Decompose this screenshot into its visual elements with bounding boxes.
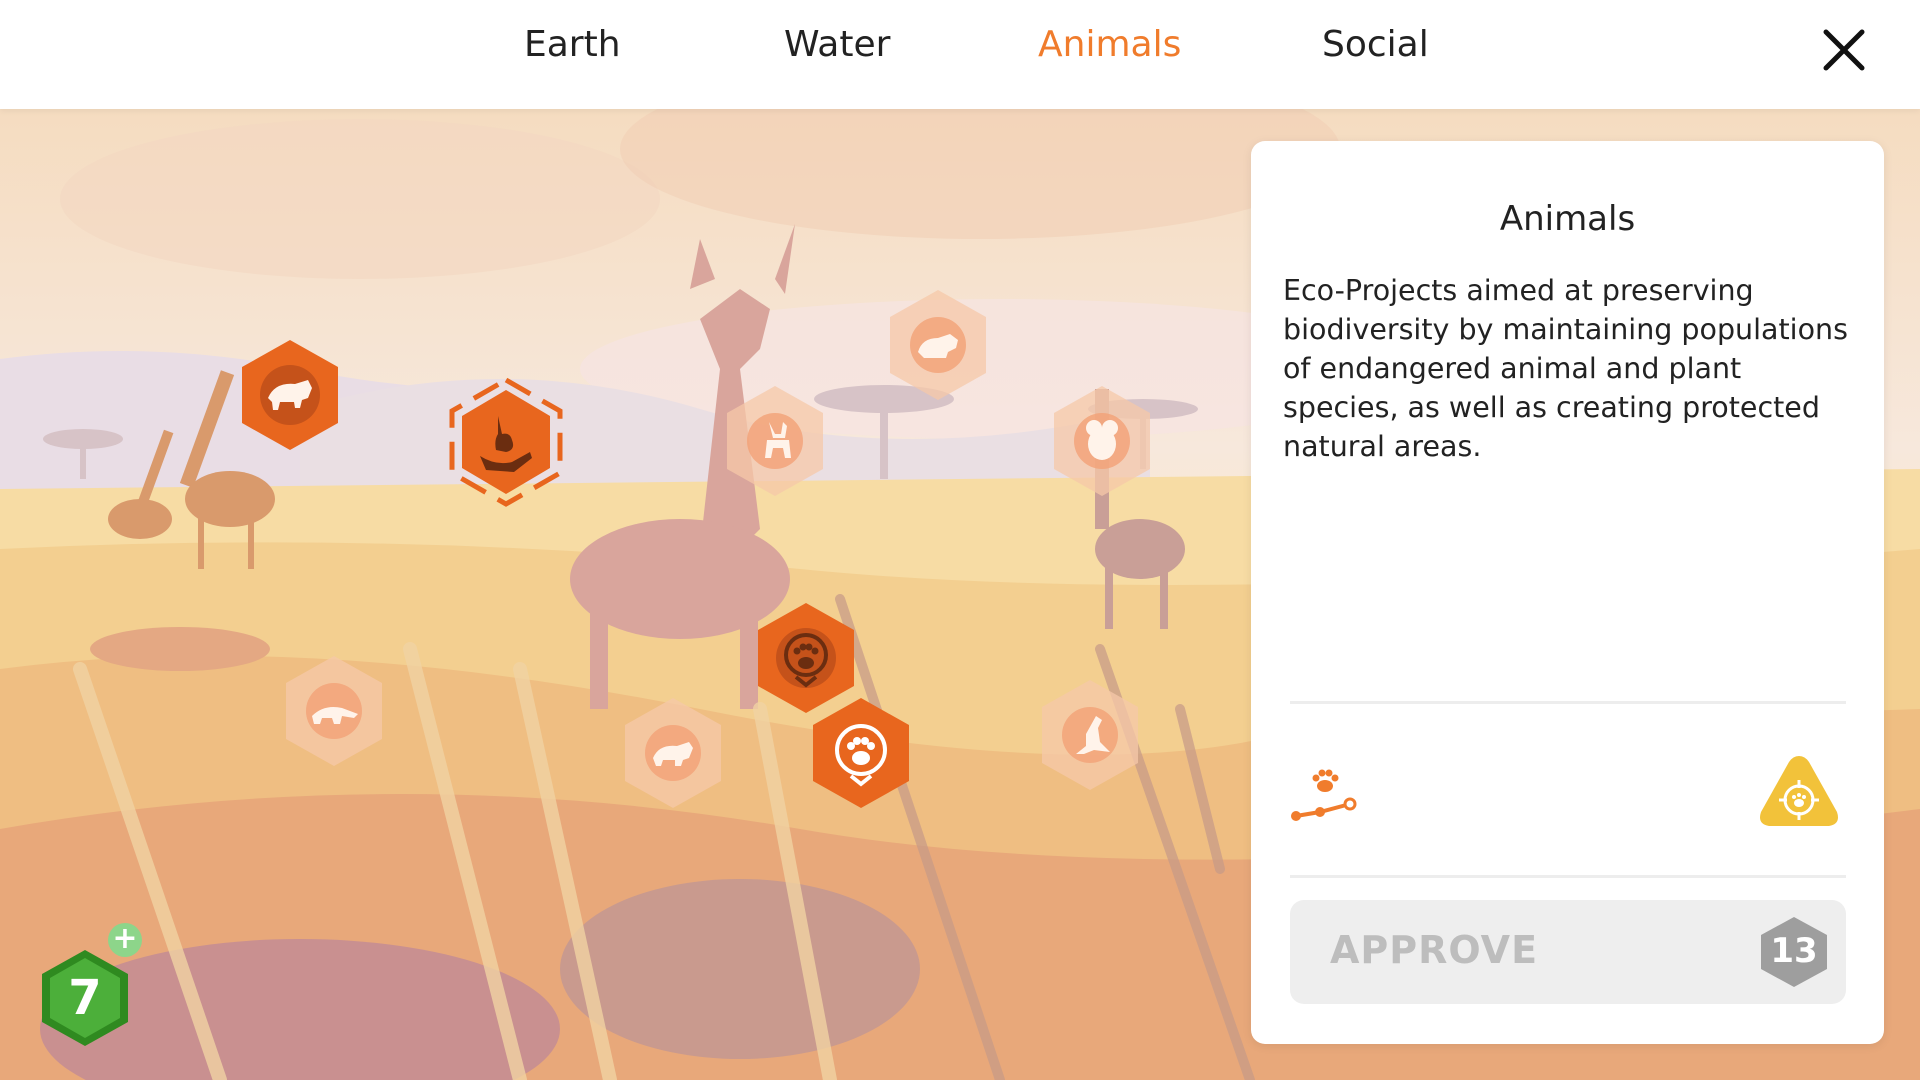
category-info-panel: Animals Eco-Projects aimed at preserving… — [1251, 141, 1884, 1044]
anteater-hex[interactable] — [284, 656, 384, 766]
panel-description: Eco-Projects aimed at preserving biodive… — [1283, 274, 1848, 463]
tab-earth[interactable]: Earth — [524, 24, 621, 65]
tiger-hex[interactable] — [888, 290, 988, 400]
kangaroo-hex[interactable] — [1040, 680, 1140, 790]
paw-progress-icon — [1291, 769, 1357, 821]
approve-label: APPROVE — [1330, 928, 1539, 972]
top-nav-bar: Earth Water Animals Social — [0, 0, 1920, 109]
paw-shield-hex[interactable] — [756, 603, 856, 713]
approve-cost-value: 13 — [1770, 931, 1818, 971]
tab-animals[interactable]: Animals — [1038, 24, 1181, 65]
panel-divider-top — [1290, 701, 1846, 704]
approve-cost-badge: 13 — [1757, 915, 1831, 989]
antelope-hex[interactable] — [725, 386, 825, 496]
approve-button[interactable]: APPROVE 13 — [1290, 900, 1846, 1004]
panel-title: Animals — [1499, 199, 1636, 239]
panel-divider-bottom — [1290, 875, 1846, 878]
rhino-small-hex[interactable] — [623, 698, 723, 808]
tab-water[interactable]: Water — [784, 24, 890, 65]
paw-target-icon[interactable] — [1757, 752, 1841, 830]
rhino-hex[interactable] — [240, 340, 340, 450]
tab-social[interactable]: Social — [1322, 24, 1429, 65]
player-level-badge: 7 — [40, 948, 130, 1048]
close-icon[interactable] — [1820, 26, 1868, 74]
player-level-value: 7 — [68, 970, 102, 1026]
koala-hex[interactable] — [1052, 386, 1152, 496]
paw-location-hex[interactable] — [811, 698, 911, 808]
rabbit-hand-hex[interactable] — [446, 376, 566, 508]
